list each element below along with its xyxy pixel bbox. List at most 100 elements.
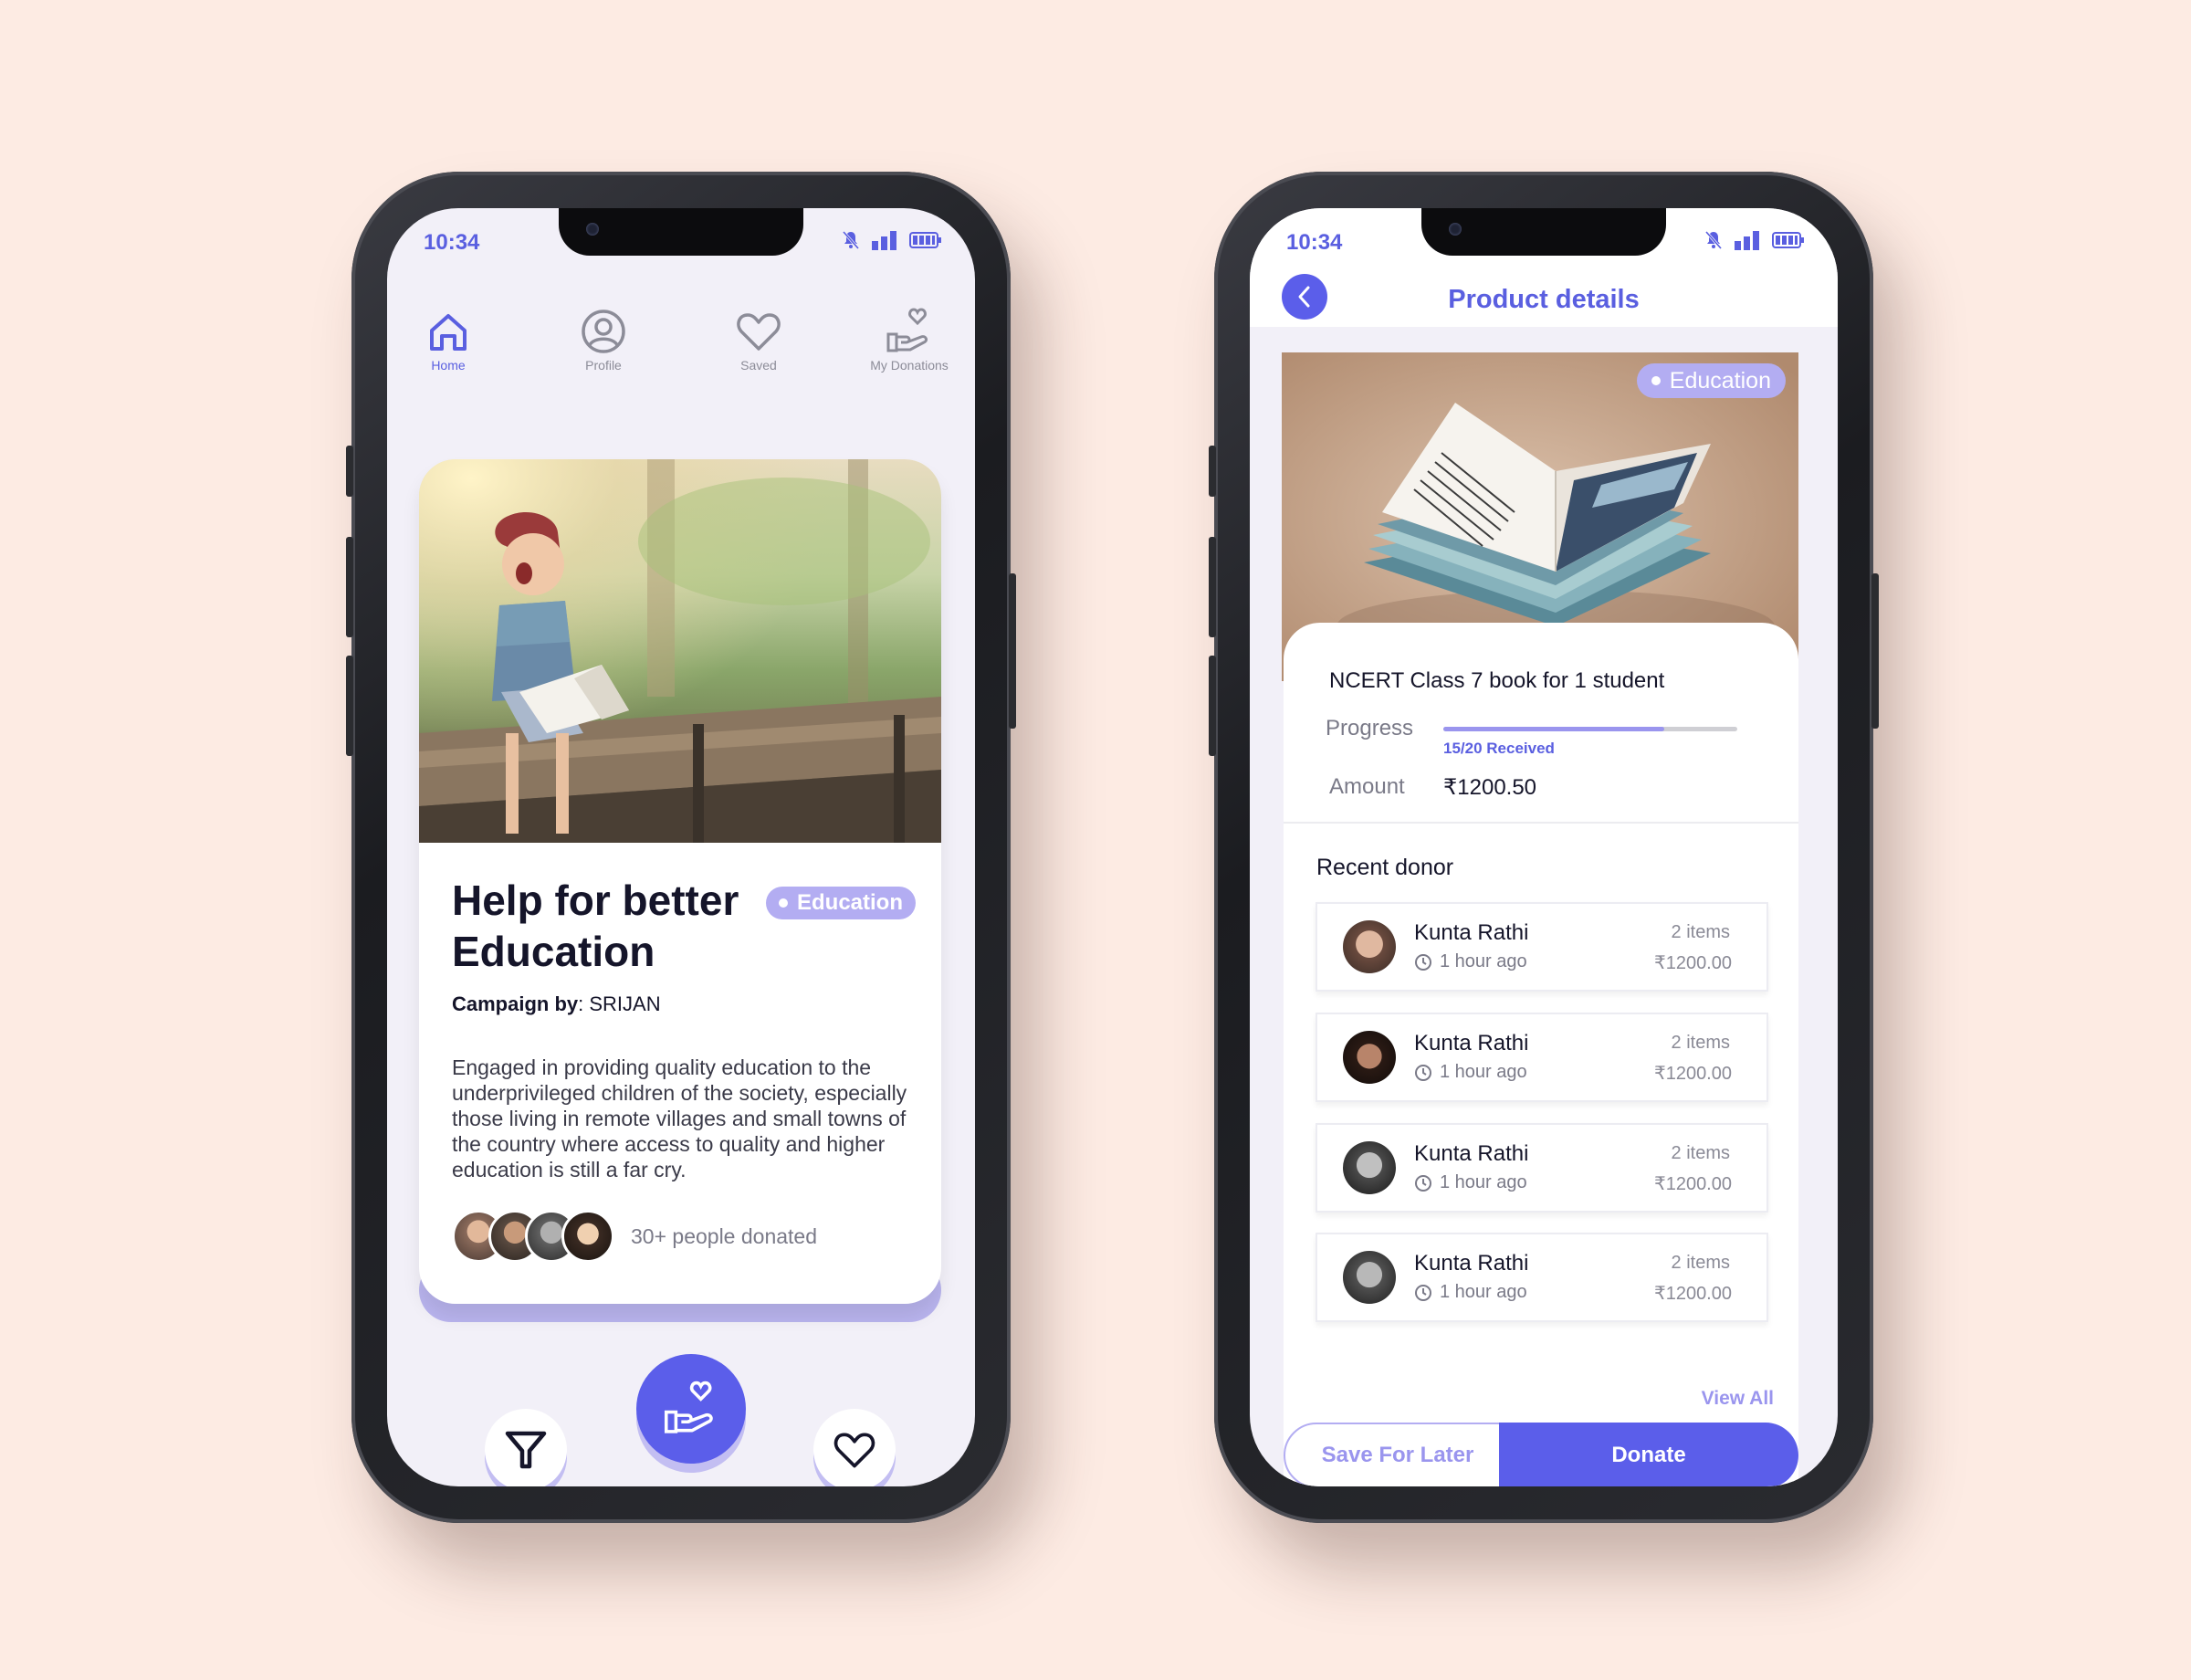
status-time: 10:34 [424, 230, 480, 255]
donor-items: 2 items [1671, 1033, 1730, 1053]
donated-count: 30+ people donated [631, 1224, 818, 1248]
campaign-by-label: Campaign by [452, 992, 579, 1015]
save-for-later-button[interactable]: Save For Later [1284, 1423, 1512, 1486]
product-name: NCERT Class 7 book for 1 student [1329, 668, 1665, 693]
filter-button[interactable] [485, 1409, 567, 1486]
filter-icon [505, 1431, 547, 1469]
favorite-button[interactable] [813, 1409, 896, 1486]
category-badge[interactable]: Education [766, 887, 917, 919]
clock-icon [1415, 953, 1431, 971]
category-badge-label: Education [1669, 367, 1771, 394]
power-button [1009, 573, 1016, 729]
recent-donor-title: Recent donor [1316, 855, 1454, 880]
status-icons [842, 230, 942, 250]
donation-hand-icon [886, 308, 928, 352]
campaign-title: Help for better Education [452, 877, 739, 975]
page-title: Product details [1448, 285, 1640, 314]
volume-up-button [1209, 537, 1216, 637]
top-nav: Home Profile Saved My Donations [387, 307, 975, 380]
donor-amount: ₹1200.00 [1653, 1064, 1732, 1084]
badge-dot [779, 898, 788, 908]
battery-icon [1772, 232, 1804, 248]
campaign-image [419, 459, 941, 843]
nav-my-donations[interactable]: My Donations [850, 307, 969, 373]
category-badge-label: Education [797, 890, 904, 915]
nav-profile-label: Profile [585, 358, 622, 373]
donor-time: 1 hour ago [1414, 1282, 1527, 1303]
donor-name: Kunta Rathi [1414, 1031, 1529, 1055]
home-screen: 10:34 Home Profile Saved My Donations He… [387, 208, 975, 1486]
status-time: 10:34 [1286, 230, 1343, 255]
avatar [1343, 1141, 1396, 1194]
view-all-link[interactable]: View All [1702, 1388, 1774, 1410]
donor-row[interactable]: Kunta Rathi 1 hour ago 2 items ₹1200.00 [1316, 1233, 1768, 1322]
campaign-description: Engaged in providing quality education t… [452, 1055, 907, 1181]
donor-name: Kunta Rathi [1414, 1251, 1529, 1276]
phone-home: 10:34 Home Profile Saved My Donations He… [346, 172, 1016, 1523]
avatar [1343, 1031, 1396, 1084]
donor-name: Kunta Rathi [1414, 1141, 1529, 1166]
donate-hand-icon [664, 1381, 713, 1433]
progress-text: 15/20 Received [1443, 740, 1555, 757]
donate-fab[interactable] [636, 1354, 746, 1464]
donor-time: 1 hour ago [1414, 1062, 1527, 1083]
battery-icon [909, 232, 941, 248]
silent-bell-icon [842, 231, 860, 249]
donor-items: 2 items [1671, 922, 1730, 942]
notch [1421, 208, 1666, 256]
donor-time-text: 1 hour ago [1440, 1062, 1527, 1082]
nav-saved-label: Saved [740, 358, 777, 373]
nav-saved[interactable]: Saved [699, 307, 818, 373]
nav-my-donations-label: My Donations [870, 358, 949, 373]
clock-icon [1415, 1064, 1431, 1081]
donor-items: 2 items [1671, 1143, 1730, 1163]
notch [559, 208, 803, 256]
donor-amount: ₹1200.00 [1653, 953, 1732, 973]
child-reading-photo [419, 459, 941, 843]
divider [1284, 822, 1798, 824]
phone-product-details: 10:34 Product details Education NCERT Cl… [1209, 172, 1879, 1523]
category-badge[interactable]: Education [1636, 363, 1786, 398]
avatar [561, 1210, 614, 1263]
amount-label: Amount [1329, 774, 1405, 799]
heart-icon [833, 1433, 875, 1468]
donor-avatars[interactable] [452, 1210, 614, 1263]
campaign-card[interactable]: Help for better Education Education Camp… [419, 459, 941, 1304]
nav-home[interactable]: Home [389, 307, 508, 373]
donor-items: 2 items [1671, 1253, 1730, 1273]
badge-dot [1651, 376, 1661, 385]
power-button [1871, 573, 1879, 729]
volume-up-button [346, 537, 353, 637]
progress-label: Progress [1326, 716, 1414, 740]
campaign-by: Campaign by: SRIJAN [452, 992, 661, 1016]
donor-time-text: 1 hour ago [1440, 1172, 1527, 1192]
donor-time: 1 hour ago [1414, 1172, 1527, 1193]
avatar [1343, 1251, 1396, 1304]
progress-bar-fill [1443, 727, 1664, 731]
donor-time: 1 hour ago [1414, 951, 1527, 972]
donor-name: Kunta Rathi [1414, 920, 1529, 945]
nav-home-label: Home [431, 358, 466, 373]
avatar [1343, 920, 1396, 973]
heart-icon [737, 313, 781, 351]
donor-row[interactable]: Kunta Rathi 1 hour ago 2 items ₹1200.00 [1316, 1123, 1768, 1213]
silent-bell-icon [1704, 231, 1723, 249]
status-icons [1704, 230, 1805, 250]
nav-profile[interactable]: Profile [544, 307, 663, 373]
volume-down-button [1209, 656, 1216, 756]
signal-icon [872, 231, 896, 250]
donate-button[interactable]: Donate [1499, 1423, 1798, 1486]
campaign-by-value: : SRIJAN [578, 992, 661, 1015]
donor-row[interactable]: Kunta Rathi 1 hour ago 2 items ₹1200.00 [1316, 902, 1768, 992]
product-detail-card: NCERT Class 7 book for 1 student Progres… [1284, 623, 1798, 1486]
donor-time-text: 1 hour ago [1440, 1282, 1527, 1302]
clock-icon [1415, 1284, 1431, 1301]
action-buttons: Save For Later Donate [1284, 1423, 1798, 1486]
donor-row[interactable]: Kunta Rathi 1 hour ago 2 items ₹1200.00 [1316, 1013, 1768, 1102]
product-details-screen: 10:34 Product details Education NCERT Cl… [1250, 208, 1838, 1486]
profile-icon [582, 310, 625, 353]
donor-time-text: 1 hour ago [1440, 951, 1527, 971]
mute-switch [346, 446, 353, 497]
signal-icon [1735, 231, 1759, 250]
mute-switch [1209, 446, 1216, 497]
